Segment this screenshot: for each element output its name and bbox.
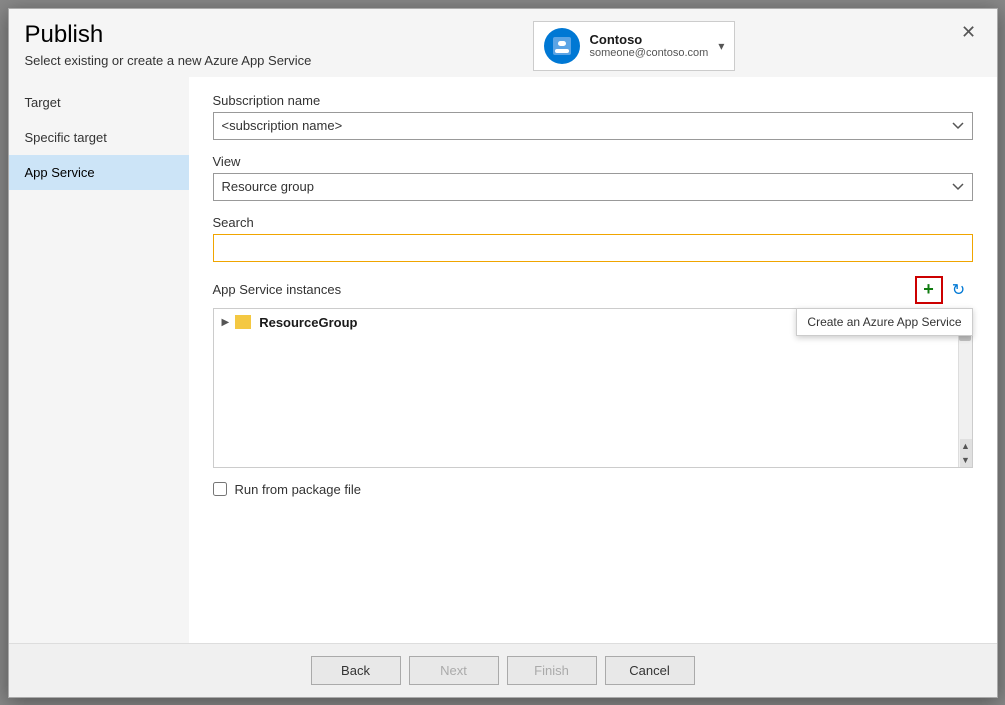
- account-avatar: [544, 28, 580, 64]
- package-file-row: Run from package file: [213, 482, 973, 497]
- tree-chevron-icon: ▶: [222, 317, 230, 328]
- search-group: Search: [213, 215, 973, 262]
- account-email: someone@contoso.com: [590, 47, 709, 59]
- package-file-checkbox[interactable]: [213, 482, 227, 496]
- finish-button[interactable]: Finish: [507, 656, 597, 685]
- cancel-button[interactable]: Cancel: [605, 656, 695, 685]
- title-bar: Publish Select existing or create a new …: [9, 9, 997, 77]
- sidebar-item-target[interactable]: Target: [9, 85, 189, 120]
- instances-label: App Service instances: [213, 282, 342, 297]
- account-chevron-icon: ▾: [718, 39, 724, 53]
- refresh-button[interactable]: ↻: [945, 276, 973, 304]
- subscription-label: Subscription name: [213, 93, 973, 108]
- instances-actions: + ↻ Create an Azure App Service: [915, 276, 973, 304]
- view-label: View: [213, 154, 973, 169]
- sidebar: Target Specific target App Service: [9, 77, 189, 643]
- search-input[interactable]: [213, 234, 973, 262]
- sidebar-item-specific-target[interactable]: Specific target: [9, 120, 189, 155]
- scrollbar-arrow-up[interactable]: ▲: [960, 439, 972, 453]
- subscription-select[interactable]: <subscription name>: [213, 112, 973, 140]
- content-area: Target Specific target App Service Subsc…: [9, 77, 997, 643]
- next-button[interactable]: Next: [409, 656, 499, 685]
- scrollbar-arrow-down[interactable]: ▼: [960, 453, 972, 467]
- folder-icon: [235, 315, 251, 329]
- tree-item-label: ResourceGroup: [259, 315, 357, 330]
- title-area: Publish Select existing or create a new …: [25, 21, 312, 69]
- dialog-title: Publish: [25, 21, 312, 50]
- close-button[interactable]: ✕: [957, 21, 981, 45]
- sidebar-item-app-service[interactable]: App Service: [9, 155, 189, 190]
- dialog-subtitle: Select existing or create a new Azure Ap…: [25, 53, 312, 68]
- package-file-label: Run from package file: [235, 482, 361, 497]
- account-area[interactable]: Contoso someone@contoso.com ▾: [533, 21, 736, 71]
- view-select[interactable]: Resource group Service type: [213, 173, 973, 201]
- search-label: Search: [213, 215, 973, 230]
- instances-header: App Service instances + ↻ Create an Azur…: [213, 276, 973, 304]
- main-content: Subscription name <subscription name> Vi…: [189, 77, 997, 643]
- account-info: Contoso someone@contoso.com: [590, 32, 709, 59]
- add-instance-button[interactable]: +: [915, 276, 943, 304]
- account-name: Contoso: [590, 32, 709, 47]
- publish-dialog: Publish Select existing or create a new …: [8, 8, 998, 698]
- back-button[interactable]: Back: [311, 656, 401, 685]
- view-group: View Resource group Service type: [213, 154, 973, 201]
- create-app-service-tooltip: Create an Azure App Service: [796, 308, 972, 336]
- subscription-group: Subscription name <subscription name>: [213, 93, 973, 140]
- dialog-footer: Back Next Finish Cancel: [9, 643, 997, 697]
